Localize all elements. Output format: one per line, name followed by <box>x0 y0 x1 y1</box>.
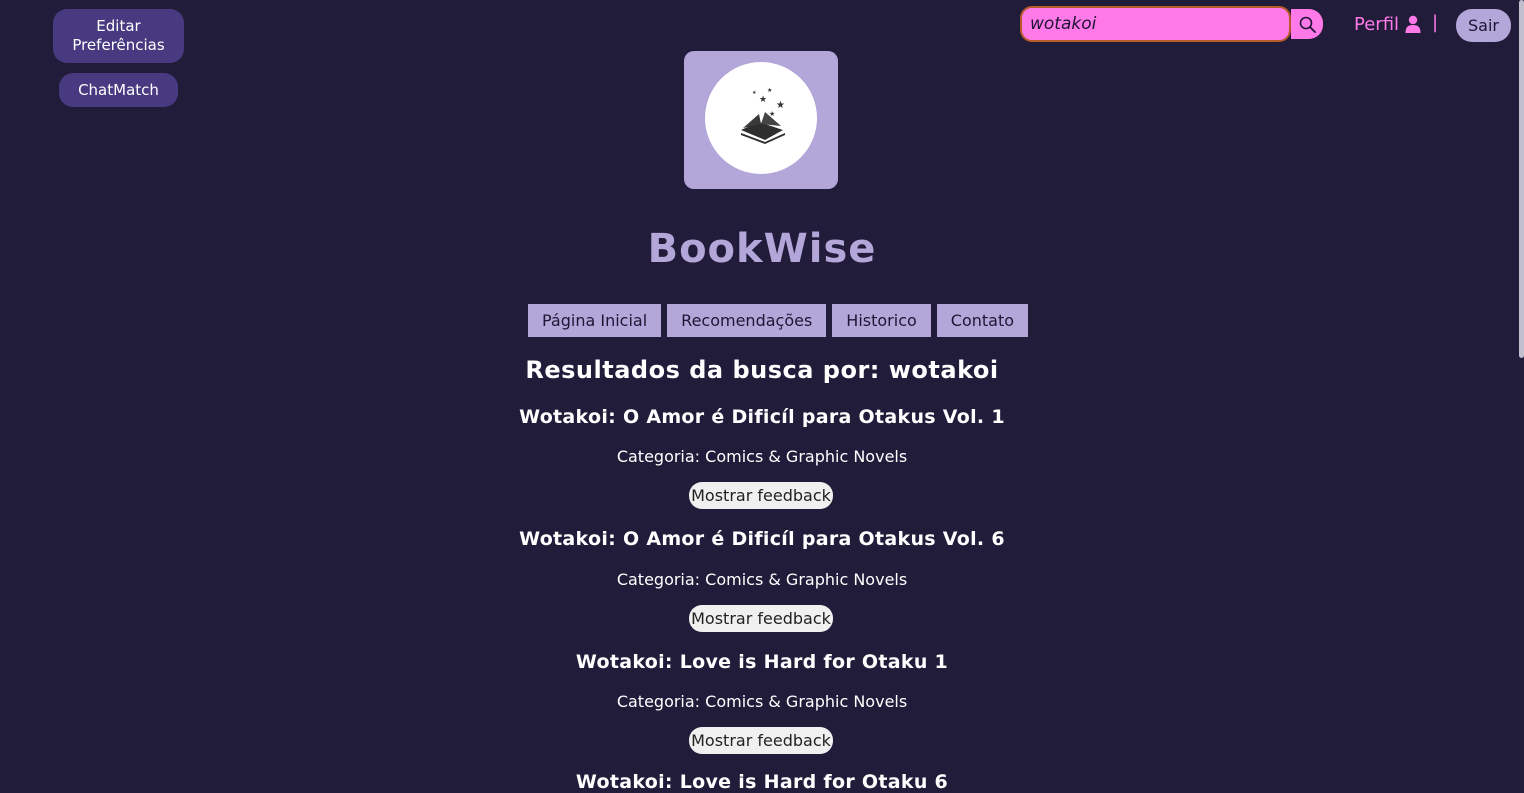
svg-text:★: ★ <box>776 100 785 111</box>
book-title: Wotakoi: Love is Hard for Otaku 6 <box>575 771 949 793</box>
brand-title: BookWise <box>647 226 877 272</box>
book-title: Wotakoi: O Amor é Dificíl para Otakus Vo… <box>519 406 1005 428</box>
profile-link[interactable]: Perfil <box>1354 12 1421 36</box>
search-icon <box>1299 16 1316 33</box>
show-feedback-button[interactable]: Mostrar feedback <box>689 605 833 632</box>
search-bar <box>1020 6 1323 42</box>
svg-text:★: ★ <box>752 90 757 96</box>
chatmatch-button[interactable]: ChatMatch <box>59 73 178 107</box>
svg-text:★: ★ <box>767 87 772 94</box>
svg-text:★: ★ <box>759 95 767 105</box>
user-icon <box>1405 15 1421 33</box>
search-input[interactable] <box>1020 6 1291 42</box>
book-title: Wotakoi: Love is Hard for Otaku 1 <box>575 651 949 673</box>
logo: ★ ★ ★ ★ ★ <box>684 51 838 189</box>
page-scrollbar[interactable] <box>1519 0 1524 358</box>
results-heading: Resultados da busca por: wotakoi <box>525 356 999 384</box>
nav-history[interactable]: Historico <box>832 304 931 337</box>
main-nav: Página Inicial Recomendações Historico C… <box>528 304 1029 337</box>
show-feedback-button[interactable]: Mostrar feedback <box>689 482 833 509</box>
edit-preferences-button[interactable]: Editar Preferências <box>53 9 184 63</box>
logo-circle: ★ ★ ★ ★ ★ <box>705 62 817 174</box>
book-category: Categoria: Comics & Graphic Novels <box>616 570 908 589</box>
nav-recommendations[interactable]: Recomendações <box>667 304 827 337</box>
header-divider: | <box>1432 12 1439 33</box>
book-category: Categoria: Comics & Graphic Novels <box>616 447 908 466</box>
show-feedback-button[interactable]: Mostrar feedback <box>689 727 833 754</box>
logout-button[interactable]: Sair <box>1456 9 1511 42</box>
nav-contact[interactable]: Contato <box>936 304 1029 337</box>
profile-label: Perfil <box>1354 13 1400 35</box>
search-button[interactable] <box>1291 9 1323 39</box>
book-title: Wotakoi: O Amor é Dificíl para Otakus Vo… <box>519 528 1005 550</box>
nav-home[interactable]: Página Inicial <box>528 304 662 337</box>
book-stars-logo: ★ ★ ★ ★ ★ <box>741 87 785 144</box>
svg-text:★: ★ <box>769 110 775 118</box>
book-category: Categoria: Comics & Graphic Novels <box>616 692 908 711</box>
